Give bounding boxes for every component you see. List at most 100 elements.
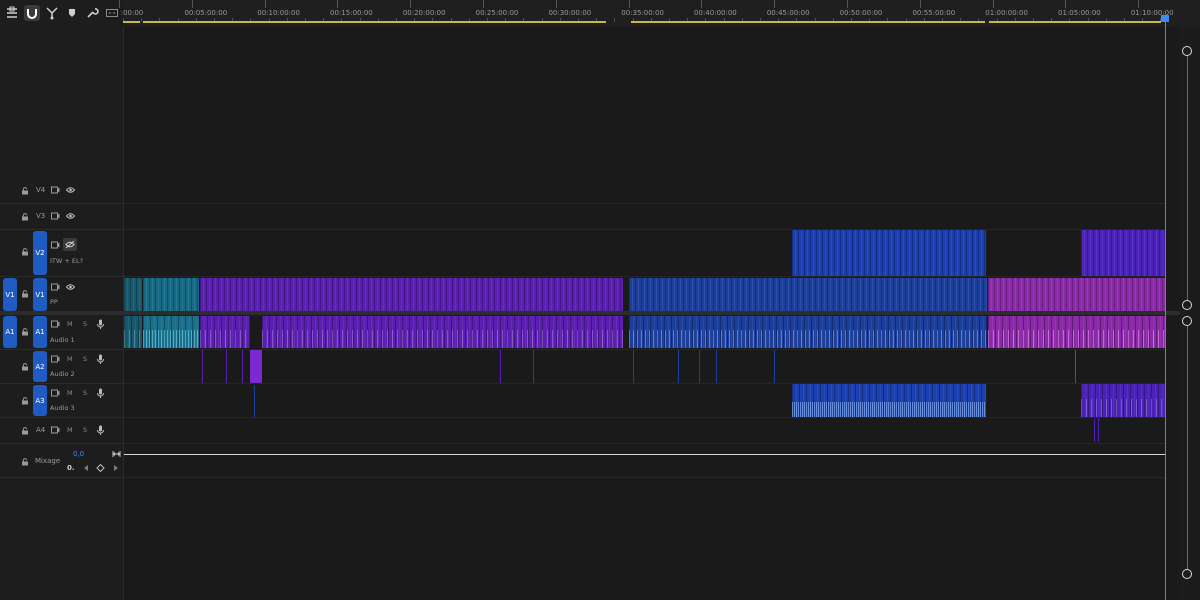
clip[interactable] <box>143 316 199 348</box>
clip[interactable] <box>262 316 623 348</box>
work-area-bar[interactable] <box>123 21 140 23</box>
insert-nested-icon[interactable] <box>4 5 20 21</box>
clip[interactable] <box>533 350 534 383</box>
clip[interactable] <box>1075 350 1076 383</box>
audio-scroll-top-handle[interactable] <box>1182 316 1192 326</box>
clip[interactable] <box>200 278 623 311</box>
clip[interactable] <box>1081 384 1165 417</box>
video-scroll-bottom-handle[interactable] <box>1182 300 1192 310</box>
track-name[interactable]: Audio 3 <box>50 404 75 412</box>
lock-icon[interactable] <box>21 187 29 195</box>
clip[interactable] <box>699 350 700 383</box>
track-target-a1[interactable]: A1 <box>33 316 47 348</box>
eye-icon[interactable] <box>66 283 75 291</box>
track-a3[interactable] <box>124 384 1165 418</box>
track-name[interactable]: PP <box>50 298 58 306</box>
lock-icon[interactable] <box>21 363 29 371</box>
clip[interactable] <box>124 316 142 348</box>
clip[interactable] <box>792 230 986 276</box>
track-name[interactable]: ITW + EL? <box>50 257 83 265</box>
eye-icon[interactable] <box>66 212 75 220</box>
audio-scroll-track[interactable] <box>1187 322 1188 572</box>
clip[interactable] <box>988 316 1165 348</box>
linked-selection-icon[interactable] <box>44 5 60 21</box>
clip[interactable] <box>200 316 250 348</box>
track-mix[interactable] <box>124 444 1165 478</box>
sync-lock-icon[interactable] <box>51 389 60 397</box>
lock-icon[interactable] <box>21 328 29 336</box>
work-area-bar[interactable] <box>989 21 1161 23</box>
sync-lock-icon[interactable] <box>51 283 60 291</box>
clip[interactable] <box>678 350 679 383</box>
clip[interactable] <box>226 350 227 383</box>
clip[interactable] <box>254 385 255 417</box>
volume-rubber-band[interactable] <box>124 454 1165 455</box>
clip[interactable] <box>716 350 717 383</box>
mute-button[interactable]: M <box>67 389 73 397</box>
add-marker-icon[interactable] <box>64 5 80 21</box>
track-v2[interactable] <box>124 230 1165 277</box>
eye-hidden-icon[interactable] <box>63 238 77 251</box>
lock-icon[interactable] <box>21 458 29 466</box>
clip[interactable] <box>988 278 1165 311</box>
source-patch-a1[interactable]: A1 <box>3 316 17 348</box>
track-target-v2[interactable]: V2 <box>33 231 47 275</box>
microphone-icon[interactable] <box>96 388 105 398</box>
mix-sub-value[interactable]: 0. <box>67 464 75 472</box>
work-area-bar[interactable] <box>631 21 985 23</box>
sync-lock-icon[interactable] <box>51 320 60 328</box>
track-header-v2[interactable]: V2 ITW + EL? <box>0 230 123 277</box>
sync-lock-icon[interactable] <box>51 241 60 249</box>
track-a2[interactable] <box>124 350 1165 384</box>
track-a4[interactable] <box>124 418 1165 444</box>
track-header-v1[interactable]: V1 V1 PP <box>0 277 123 313</box>
clip[interactable] <box>202 350 203 383</box>
sync-lock-icon[interactable] <box>51 355 60 363</box>
clip[interactable] <box>143 278 199 311</box>
clip[interactable] <box>124 278 142 311</box>
solo-button[interactable]: S <box>83 389 87 397</box>
microphone-icon[interactable] <box>96 354 105 364</box>
next-keyframe-icon[interactable] <box>113 464 122 472</box>
clip[interactable] <box>242 350 243 383</box>
track-target-v1[interactable]: V1 <box>33 278 47 311</box>
microphone-icon[interactable] <box>96 425 105 435</box>
work-area-bar[interactable] <box>143 21 606 23</box>
track-header-a2[interactable]: A2 M S Audio 2 <box>0 350 123 384</box>
solo-button[interactable]: S <box>83 355 87 363</box>
playhead-handle[interactable] <box>1161 15 1169 22</box>
mute-button[interactable]: M <box>67 320 73 328</box>
track-name[interactable]: Audio 1 <box>50 336 75 344</box>
prev-keyframe-icon[interactable] <box>83 464 92 472</box>
go-to-edge-icon[interactable] <box>112 450 121 458</box>
clip[interactable] <box>500 350 501 383</box>
mute-button[interactable]: M <box>67 355 73 363</box>
captions-icon[interactable] <box>104 5 120 21</box>
clip[interactable] <box>250 350 262 383</box>
lock-icon[interactable] <box>21 213 29 221</box>
track-header-mix[interactable]: Mixage 0,0 0. <box>0 444 123 478</box>
video-scroll-top-handle[interactable] <box>1182 46 1192 56</box>
microphone-icon[interactable] <box>96 319 105 329</box>
clip[interactable] <box>1094 418 1095 442</box>
clip[interactable] <box>629 316 987 348</box>
lock-icon[interactable] <box>21 290 29 298</box>
time-ruler[interactable]: :00:00 00:05:00:00 00:10:00:00 00:15:00:00 0… <box>119 0 1200 28</box>
track-header-a1[interactable]: A1 A1 M S Audio 1 <box>0 315 123 350</box>
track-header-v4[interactable]: V4 <box>0 178 123 204</box>
sync-lock-icon[interactable] <box>51 186 60 194</box>
track-header-a4[interactable]: A4 M S <box>0 418 123 444</box>
snap-icon[interactable] <box>24 5 40 21</box>
track-v3[interactable] <box>124 204 1165 230</box>
settings-wrench-icon[interactable] <box>84 5 100 21</box>
clip[interactable] <box>1098 418 1099 442</box>
solo-button[interactable]: S <box>83 320 87 328</box>
lock-icon[interactable] <box>21 427 29 435</box>
lock-icon[interactable] <box>21 248 29 256</box>
source-patch-v1[interactable]: V1 <box>3 278 17 311</box>
eye-icon[interactable] <box>66 186 75 194</box>
sync-lock-icon[interactable] <box>51 426 60 434</box>
track-header-a3[interactable]: A3 M S Audio 3 <box>0 384 123 418</box>
track-target-a3[interactable]: A3 <box>33 385 47 416</box>
clip[interactable] <box>629 278 987 311</box>
